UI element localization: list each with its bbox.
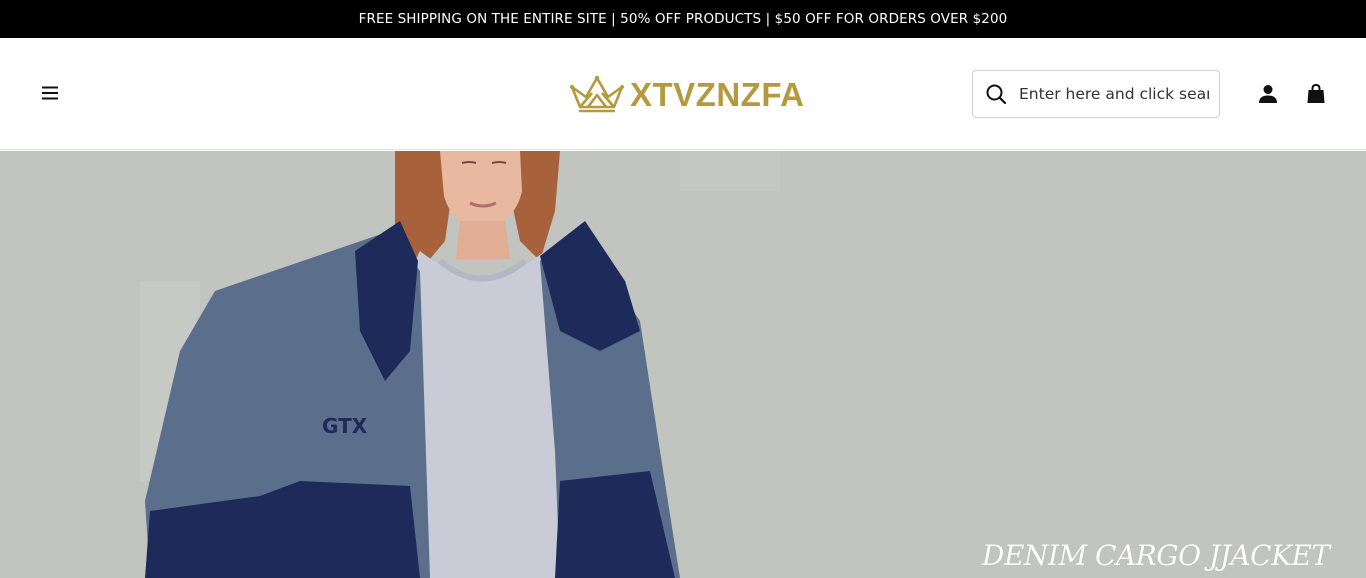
svg-text:GTX: GTX [322,414,368,438]
logo-text: XTVZNZFA [630,76,805,113]
hamburger-menu-icon [42,86,58,100]
announcement-text: FREE SHIPPING ON THE ENTIRE SITE | 50% O… [358,11,1008,27]
search-icon[interactable] [973,71,1019,117]
crown-icon [570,75,624,113]
cart-button[interactable] [1302,80,1330,108]
user-icon [1259,85,1277,103]
shopping-bag-icon [1307,84,1325,103]
announcement-bar: FREE SHIPPING ON THE ENTIRE SITE | 50% O… [0,0,1366,38]
menu-button[interactable] [36,79,64,107]
hero-banner[interactable]: GTX DENIM CARGO JJACKET [0,151,1366,578]
site-header: XTVZNZFA [0,38,1366,150]
model-fleece-jacket-photo: GTX [0,151,1366,578]
hero-title: DENIM CARGO JJACKET [982,539,1330,572]
search-input[interactable] [1019,85,1209,103]
site-logo[interactable]: XTVZNZFA [568,70,805,120]
search-box[interactable] [972,70,1220,118]
account-button[interactable] [1254,80,1282,108]
